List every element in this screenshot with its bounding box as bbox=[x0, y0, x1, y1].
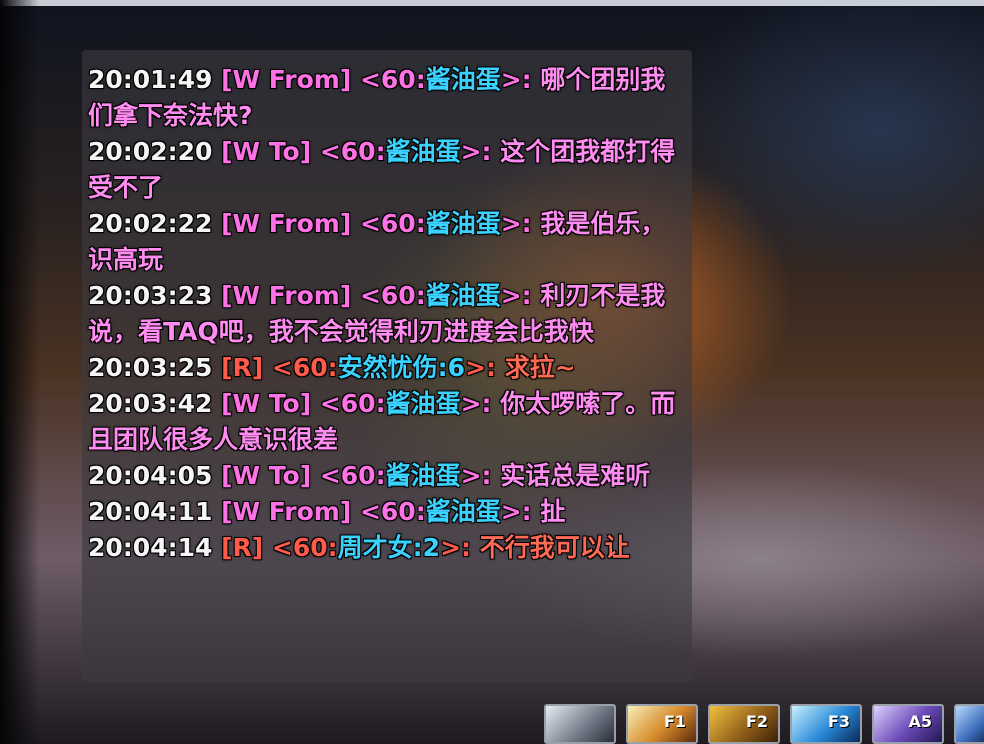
keybind-label: F2 bbox=[745, 712, 768, 731]
sender-close: >: bbox=[500, 281, 541, 310]
message-timestamp: 20:03:42 bbox=[88, 389, 213, 418]
action-bar: F1 F2 F3 A5 bbox=[540, 700, 984, 744]
chat-message: 20:04:11 [W From] <60:酱油蛋>: 扯 bbox=[88, 494, 678, 530]
game-screen: 20:01:49 [W From] <60:酱油蛋>: 哪个团别我们拿下奈法快?… bbox=[0, 0, 984, 744]
keybind-label: A5 bbox=[908, 712, 932, 731]
action-slot-f2[interactable]: F2 bbox=[708, 704, 780, 744]
sender-open: <60: bbox=[351, 65, 426, 94]
keybind-label: F3 bbox=[827, 712, 850, 731]
channel-tag[interactable]: [W From] bbox=[221, 497, 351, 526]
sender-open: <60: bbox=[311, 137, 386, 166]
chat-message: 20:02:20 [W To] <60:酱油蛋>: 这个团我都打得受不了 bbox=[88, 134, 678, 206]
sender-open: <60: bbox=[311, 389, 386, 418]
chat-message: 20:04:14 [R] <60:周才女:2>: 不行我可以让 bbox=[88, 530, 678, 566]
sender-open: <60: bbox=[351, 281, 426, 310]
sender-name[interactable]: 酱油蛋 bbox=[426, 209, 501, 238]
chat-log[interactable]: 20:01:49 [W From] <60:酱油蛋>: 哪个团别我们拿下奈法快?… bbox=[88, 62, 678, 566]
sender-name[interactable]: 酱油蛋 bbox=[426, 65, 501, 94]
action-slot-f1[interactable]: F1 bbox=[626, 704, 698, 744]
sender-close: >: bbox=[500, 209, 541, 238]
sender-open: <60: bbox=[263, 353, 338, 382]
message-text: 求拉~ bbox=[504, 353, 576, 382]
chat-message: 20:04:05 [W To] <60:酱油蛋>: 实话总是难听 bbox=[88, 458, 678, 494]
channel-tag[interactable]: [W To] bbox=[221, 137, 311, 166]
sender-open: <60: bbox=[351, 209, 426, 238]
message-timestamp: 20:04:14 bbox=[88, 533, 213, 562]
message-text: 实话总是难听 bbox=[500, 461, 651, 490]
monitor-bezel-shadow bbox=[0, 0, 40, 744]
sender-close: >: bbox=[440, 533, 480, 562]
sender-name[interactable]: 酱油蛋 bbox=[386, 137, 461, 166]
message-timestamp: 20:02:20 bbox=[88, 137, 213, 166]
message-text: 不行我可以让 bbox=[479, 533, 630, 562]
chat-message: 20:03:23 [W From] <60:酱油蛋>: 利刃不是我说，看TAQ吧… bbox=[88, 278, 678, 350]
chat-message: 20:03:42 [W To] <60:酱油蛋>: 你太啰嗦了。而且团队很多人意… bbox=[88, 386, 678, 458]
channel-tag[interactable]: [R] bbox=[221, 533, 263, 562]
channel-tag[interactable]: [W From] bbox=[221, 281, 351, 310]
message-timestamp: 20:03:23 bbox=[88, 281, 213, 310]
sender-name[interactable]: 酱油蛋 bbox=[426, 281, 501, 310]
message-timestamp: 20:01:49 bbox=[88, 65, 213, 94]
sender-name[interactable]: 酱油蛋 bbox=[386, 389, 461, 418]
message-text: 扯 bbox=[540, 497, 566, 526]
channel-tag[interactable]: [W To] bbox=[221, 389, 311, 418]
channel-tag[interactable]: [W From] bbox=[221, 209, 351, 238]
keybind-label: F1 bbox=[663, 712, 686, 731]
message-timestamp: 20:04:05 bbox=[88, 461, 213, 490]
window-top-edge bbox=[0, 0, 984, 6]
sender-close: >: bbox=[460, 137, 501, 166]
action-slot-f3[interactable]: F3 bbox=[790, 704, 862, 744]
message-timestamp: 20:04:11 bbox=[88, 497, 213, 526]
sender-name[interactable]: 周才女:2 bbox=[338, 533, 440, 562]
sender-open: <60: bbox=[263, 533, 338, 562]
channel-tag[interactable]: [W To] bbox=[221, 461, 311, 490]
chat-message: 20:03:25 [R] <60:安然忧伤:6>: 求拉~ bbox=[88, 350, 678, 386]
action-slot-1[interactable] bbox=[544, 704, 616, 744]
sender-close: >: bbox=[460, 389, 501, 418]
sender-close: >: bbox=[500, 65, 541, 94]
channel-tag[interactable]: [R] bbox=[221, 353, 263, 382]
message-timestamp: 20:03:25 bbox=[88, 353, 213, 382]
sender-name[interactable]: 酱油蛋 bbox=[386, 461, 461, 490]
sender-open: <60: bbox=[351, 497, 426, 526]
sender-close: >: bbox=[500, 497, 541, 526]
sender-name[interactable]: 安然忧伤:6 bbox=[338, 353, 465, 382]
sender-close: >: bbox=[465, 353, 505, 382]
action-slot-6[interactable] bbox=[954, 704, 984, 744]
channel-tag[interactable]: [W From] bbox=[221, 65, 351, 94]
sender-name[interactable]: 酱油蛋 bbox=[426, 497, 501, 526]
chat-message: 20:01:49 [W From] <60:酱油蛋>: 哪个团别我们拿下奈法快? bbox=[88, 62, 678, 134]
chat-message: 20:02:22 [W From] <60:酱油蛋>: 我是伯乐，识高玩 bbox=[88, 206, 678, 278]
message-timestamp: 20:02:22 bbox=[88, 209, 213, 238]
action-slot-a5[interactable]: A5 bbox=[872, 704, 944, 744]
sender-close: >: bbox=[460, 461, 501, 490]
sender-open: <60: bbox=[311, 461, 386, 490]
